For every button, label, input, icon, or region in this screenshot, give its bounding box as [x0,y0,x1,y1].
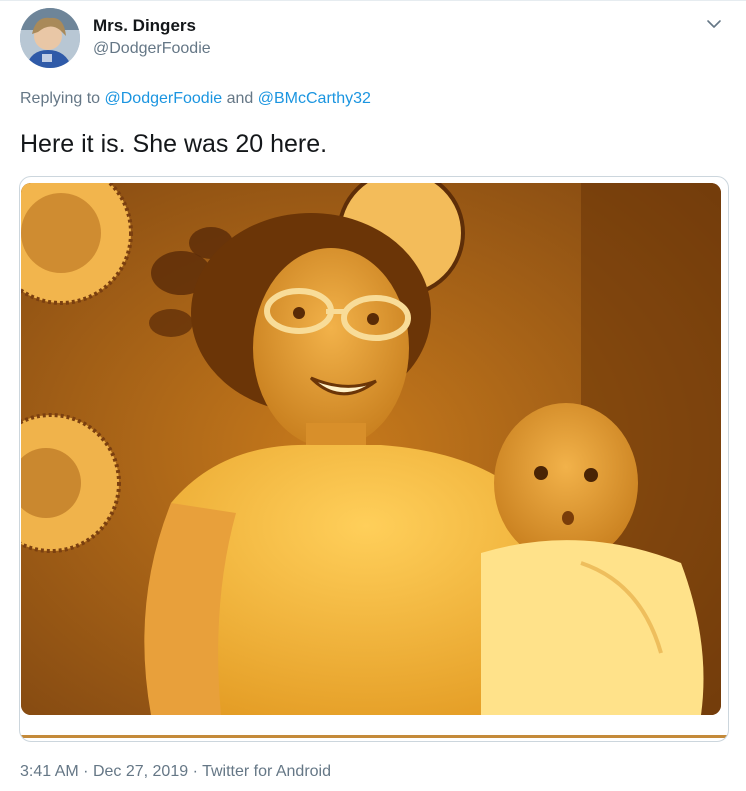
replying-prefix: Replying to [20,90,101,107]
display-name[interactable]: Mrs. Dingers [93,16,211,36]
tweet-meta: 3:41 AM · Dec 27, 2019 · Twitter for And… [20,762,331,782]
avatar[interactable] [20,8,80,68]
vintage-photo-image [21,183,721,715]
chevron-down-icon[interactable] [704,14,724,34]
replying-conjunction: and [226,90,254,107]
tweet-text: Here it is. She was 20 here. [20,130,328,158]
replying-to-line: Replying to @DodgerFoodie and @BMcCarthy… [20,89,371,109]
top-divider [0,0,746,1]
timestamp-time[interactable]: 3:41 AM [20,763,79,780]
author-names: Mrs. Dingers @DodgerFoodie [93,16,211,60]
user-avatar-icon [20,8,80,68]
meta-separator: · [83,763,89,780]
mention-link[interactable]: @BMcCarthy32 [258,90,371,107]
tweet-source[interactable]: Twitter for Android [202,763,331,780]
media-container[interactable] [19,176,729,742]
mention-link[interactable]: @DodgerFoodie [105,90,223,107]
tweet-header: Mrs. Dingers @DodgerFoodie [20,8,726,70]
tweet-card: Mrs. Dingers @DodgerFoodie Replying to @… [0,0,746,791]
tweet-photo[interactable] [21,183,721,715]
timestamp-date[interactable]: Dec 27, 2019 [93,763,188,780]
photo-bottom-edge [20,735,728,738]
user-handle[interactable]: @DodgerFoodie [93,38,211,60]
meta-separator: · [192,763,198,780]
